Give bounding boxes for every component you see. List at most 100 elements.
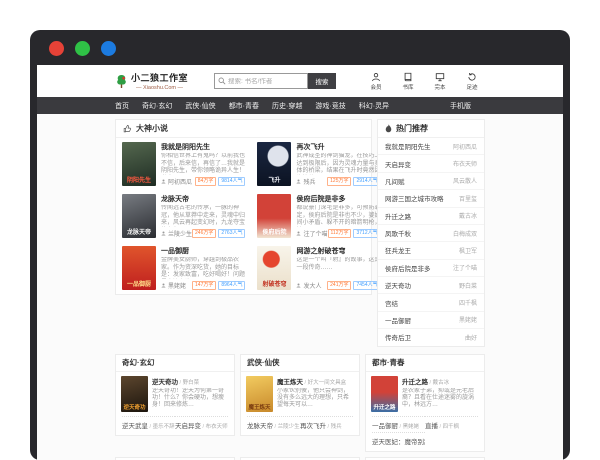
book-card[interactable]: 侯府后院 侯府后院是非多 都说豪门深宅是非多，可预防必定，侯府后院是非也不少，婆… bbox=[251, 190, 386, 242]
hot-book-link[interactable]: 传奇后卫 bbox=[385, 332, 411, 342]
search-icon bbox=[218, 77, 226, 85]
hot-book-link[interactable]: 凤歌千秋 bbox=[385, 228, 411, 238]
book-author: 残兵 bbox=[326, 424, 342, 430]
category-book-link[interactable]: 逆天武皇墨乐不辞 bbox=[122, 416, 175, 432]
book-description: 都说豪门深宅是非多，可预防必定，侯府后院是非也不少，婆媳间小矛盾、躲不开的暗箭明… bbox=[296, 205, 380, 227]
nav-item[interactable]: 历史·穿越 bbox=[272, 101, 302, 111]
hot-book-author: 戴古冰 bbox=[459, 211, 477, 220]
traffic-light-button[interactable] bbox=[75, 41, 90, 56]
book-description: 金牌美女厨师，穿越到极品农家。作为资深吃货，她的目标是：发家致富，吃好喝好！问题… bbox=[161, 257, 245, 279]
book-author: 残兵 bbox=[296, 177, 315, 186]
book-cover-label: 阴阳先生 bbox=[122, 175, 156, 184]
hot-book-link[interactable]: 网游三国之城市攻略 bbox=[385, 193, 444, 203]
category-section: 科幻·灵异 绝望游戏 绝望游戏浪苏 因为绝望吗，班里的同学一个一个死去，这是一场… bbox=[365, 457, 485, 460]
category-title[interactable]: 奇幻·玄幻 bbox=[116, 355, 234, 372]
book-description: 你相信世界上有鬼吗？以前我也不信，后来信，再信了…我就是阴阳先生，带你领略诡异人… bbox=[161, 153, 245, 175]
book-card[interactable]: 阴阳先生 我就是阴阳先生 你相信世界上有鬼吗？以前我也不信，后来信，再信了…我就… bbox=[116, 138, 251, 190]
book-cover-label: 逆天奇功 bbox=[121, 403, 148, 411]
category-title[interactable]: 武侠·仙侠 bbox=[241, 355, 359, 372]
hot-book-link[interactable]: 侯府后院是非多 bbox=[385, 263, 431, 273]
site-logo[interactable]: 小二狼工作室 — Xiaoshu.Com — bbox=[115, 71, 188, 91]
book-card[interactable]: 龙脉天帝 龙脉天帝 传闻远古老的传承，一脉的神冠，他从草莽中走来，灵魂中归来，风… bbox=[116, 190, 251, 242]
quick-link-finished[interactable]: 完本 bbox=[429, 72, 451, 91]
book-title: 再次飞升 bbox=[300, 423, 326, 430]
hot-list-item: 逆天奇功 野白菜 bbox=[378, 276, 484, 293]
hot-book-link[interactable]: 我就是阴阳先生 bbox=[385, 141, 431, 151]
hot-book-author: 野白菜 bbox=[459, 281, 477, 290]
category-book-link[interactable]: 一品御厨黑姥姥 bbox=[372, 416, 425, 432]
nav-item[interactable]: 都市·青春 bbox=[229, 101, 259, 111]
reader-count-badge: 8964人气 bbox=[218, 281, 245, 290]
hot-list-item: 凤歌千秋 白梅成双 bbox=[378, 224, 484, 241]
book-title: 网游之射破苍穹 bbox=[296, 246, 380, 256]
quick-link-member[interactable]: 会员 bbox=[365, 72, 387, 91]
category-section: 游戏·竞技 射破苍穹 网游之射破苍穹发大人 这是一个叫『射』的故事，这是一段传奇… bbox=[240, 457, 360, 460]
category-title[interactable]: 都市·青春 bbox=[366, 355, 484, 372]
book-card[interactable]: 射破苍穹 网游之射破苍穹 这是一个叫『射』的故事，这是一段传奇…… bbox=[251, 242, 386, 294]
category-book-link[interactable]: 再次飞升残兵 bbox=[300, 416, 353, 432]
book-description: 小家伙别傻，他只会神剑，没有多么远大的理想，只希望每天可以… bbox=[277, 388, 354, 409]
site-domain: — Xiaoshu.Com — bbox=[131, 85, 188, 91]
nav-item[interactable]: 奇幻·玄幻 bbox=[142, 101, 172, 111]
hot-list-item: 狂兵龙王 枫卫军 bbox=[378, 241, 484, 258]
author-icon bbox=[161, 283, 166, 288]
traffic-lights bbox=[49, 41, 116, 56]
category-book-link[interactable]: 逆天医妃：魔帝别乱心 bbox=[372, 432, 425, 448]
word-count-badge: 147万字 bbox=[192, 281, 216, 290]
quick-link-library[interactable]: 书库 bbox=[397, 72, 419, 91]
nav-item-mobile[interactable]: 手机版 bbox=[450, 97, 471, 114]
nav-item[interactable]: 首页 bbox=[115, 101, 129, 111]
book-description: 传闻远古老的传承，一脉的神冠，他从草莽中走来，灵魂中归来，风云再起变幻时，九龙夺… bbox=[161, 205, 245, 227]
hot-book-author: 百里玺 bbox=[459, 194, 477, 203]
word-count-badge: 112万字 bbox=[328, 229, 352, 238]
hot-book-link[interactable]: 凡间赋 bbox=[385, 176, 405, 186]
hot-book-link[interactable]: 升迁之路 bbox=[385, 211, 411, 221]
category-featured-book[interactable]: 升迁之路 升迁之路戴古冰 是农家子弟，抑或是元老后裔？且看在仕途迷雾的旋涡中，林… bbox=[366, 372, 484, 414]
hot-book-link[interactable]: 狂兵龙王 bbox=[385, 245, 411, 255]
category-featured-book[interactable]: 魔王炼天 魔王炼天好大一间文具盒 小家伙别傻，他只会神剑，没有多么远大的理想，只… bbox=[241, 372, 359, 414]
hot-book-link[interactable]: 天启异变 bbox=[385, 159, 411, 169]
category-section: 武侠·仙侠 魔王炼天 魔王炼天好大一间文具盒 小家伙别傻，他只会神剑，没有多么远… bbox=[240, 354, 360, 436]
book-description: 这是一个叫『射』的故事，这是一段传奇…… bbox=[296, 257, 380, 279]
category-book-link[interactable]: 天启异变布衣天师 bbox=[175, 416, 228, 432]
reader-count-badge: 2763人气 bbox=[218, 229, 245, 238]
book-title: 一品御厨 bbox=[372, 423, 398, 430]
main-nav: 首页 奇幻·玄幻 武侠·仙侠 都市·青春 历史·穿越 游戏·竞技 科幻·灵异 bbox=[37, 97, 563, 114]
traffic-light-button[interactable] bbox=[49, 41, 64, 56]
category-book-link[interactable]: 龙脉天帝兰陵少生 bbox=[247, 416, 300, 432]
hot-recommend-header: 热门推荐 bbox=[378, 120, 484, 138]
book-card[interactable]: 飞升 再次飞升 武神成圣的神剑猫龙，在技巧上达到极限后，因为灵魂力量与身体的桥梁… bbox=[251, 138, 386, 190]
book-author: 阿初西瓜 bbox=[161, 177, 192, 186]
nav-item[interactable]: 武侠·仙侠 bbox=[185, 101, 215, 111]
search-button[interactable]: 搜索 bbox=[308, 73, 336, 89]
book-author: 野白菜 bbox=[178, 380, 199, 386]
book-card[interactable]: 一品御厨 一品御厨 金牌美女厨师，穿越到极品农家。作为资深吃货，她的目标是：发家… bbox=[116, 242, 251, 294]
book-cover-label: 龙脉天帝 bbox=[122, 227, 156, 236]
featured-novels-section: 大神小说 阴阳先生 我就是阴阳先生 你相信世界上有鬼吗？以前我也不信，后来信，再… bbox=[115, 119, 372, 295]
nav-item[interactable]: 科幻·灵异 bbox=[359, 101, 389, 111]
hot-book-link[interactable]: 逆天奇功 bbox=[385, 280, 411, 290]
site-name: 小二狼工作室 bbox=[131, 71, 188, 84]
hot-book-author: 枫卫军 bbox=[459, 246, 477, 255]
category-book-link[interactable]: 直播四千枫 bbox=[425, 416, 478, 432]
hot-book-link[interactable]: 宫结 bbox=[385, 298, 398, 308]
hot-list-item: 网游三国之城市攻略 百里玺 bbox=[378, 189, 484, 206]
traffic-light-button[interactable] bbox=[101, 41, 116, 56]
author-icon bbox=[296, 283, 301, 288]
book-author: 兰陵少生 bbox=[273, 424, 300, 430]
browser-window: 小二狼工作室 — Xiaoshu.Com — bbox=[30, 30, 570, 460]
nav-item[interactable]: 游戏·竞技 bbox=[315, 101, 345, 111]
book-title: 再次飞升 bbox=[296, 142, 380, 152]
quick-link-history[interactable]: 足迹 bbox=[461, 72, 483, 91]
book-title: 魔王炼天 bbox=[277, 379, 303, 386]
hot-book-link[interactable]: 一品御厨 bbox=[385, 315, 411, 325]
search-input[interactable] bbox=[228, 78, 304, 85]
hot-recommend-section: 热门推荐 我就是阴阳先生 阿初西瓜 天启异变 布衣天师 凡间赋 bbox=[377, 119, 485, 347]
word-count-badge: 241万字 bbox=[327, 281, 351, 290]
hot-book-author: 白梅成双 bbox=[453, 229, 477, 238]
author-icon bbox=[161, 179, 166, 184]
category-featured-book[interactable]: 逆天奇功 逆天奇功野白菜 逆天奇功！逆天为何第一奇功！什么？你会硬功，想瘦身！回… bbox=[116, 372, 234, 414]
category-section: 都市·青春 升迁之路 升迁之路戴古冰 是农家子弟，抑或是元老后裔？且看在仕途迷雾… bbox=[365, 354, 485, 452]
hot-list-item: 宫结 四千枫 bbox=[378, 293, 484, 310]
book-cover-label: 魔王炼天 bbox=[246, 403, 273, 411]
